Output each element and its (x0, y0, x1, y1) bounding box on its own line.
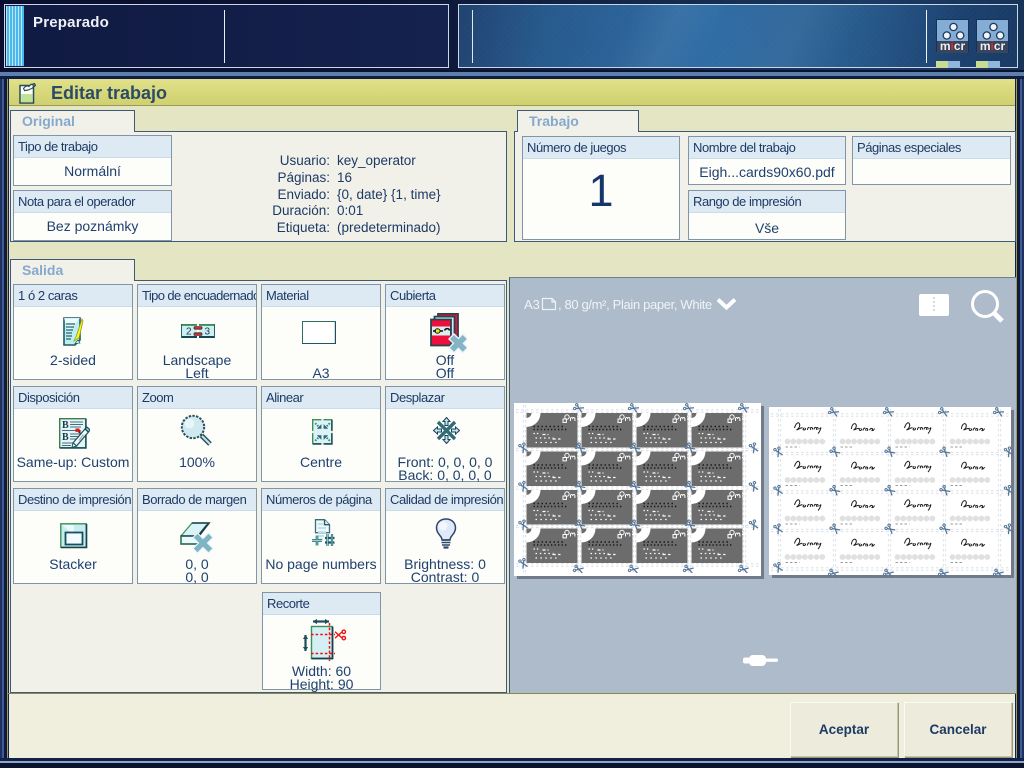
svg-text:B: B (62, 420, 69, 431)
svg-text:B: B (62, 432, 69, 443)
svg-text:2: 2 (186, 327, 192, 338)
svg-text:A3: A3 (524, 297, 540, 312)
svg-text:, 80 g/m², Plain paper, White: , 80 g/m², Plain paper, White (558, 297, 712, 312)
svg-text:3: 3 (205, 327, 211, 338)
